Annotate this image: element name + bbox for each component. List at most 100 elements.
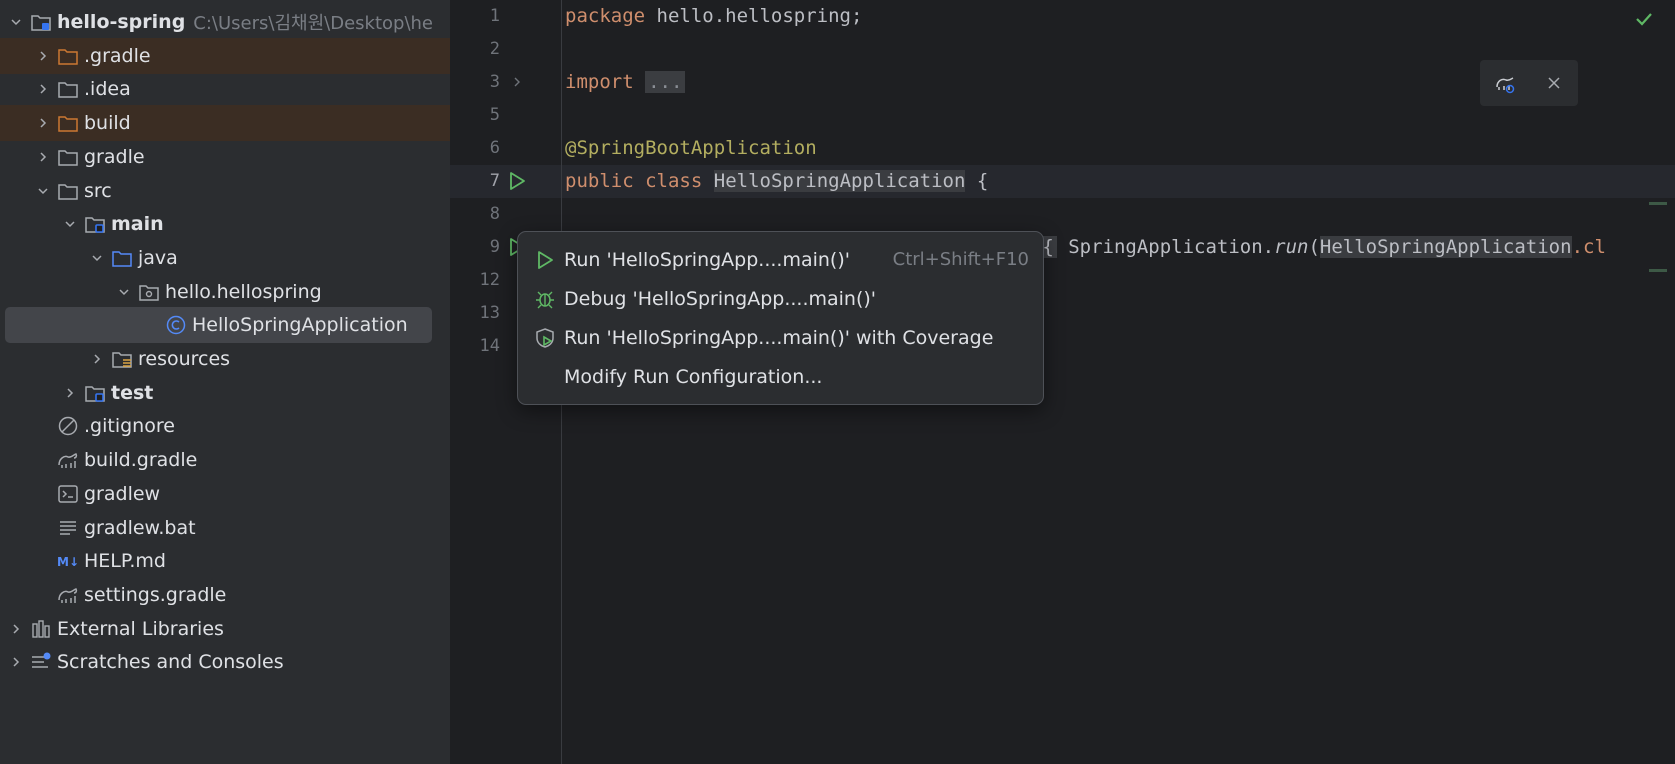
line-number: 5 bbox=[489, 105, 500, 125]
code-line-6[interactable]: @SpringBootApplication bbox=[565, 132, 817, 165]
tree-item[interactable]: src bbox=[0, 173, 450, 209]
chevron-down-icon[interactable] bbox=[113, 274, 135, 310]
line-number: 1 bbox=[489, 6, 500, 26]
gradle-reload-icon[interactable] bbox=[1494, 72, 1516, 94]
tree-item[interactable]: build bbox=[0, 105, 450, 142]
tree-item[interactable]: java bbox=[0, 240, 450, 276]
chevron-down-icon[interactable] bbox=[32, 173, 54, 209]
popup-menu-item[interactable]: Debug 'HelloSpringApp....main()' bbox=[518, 279, 1043, 318]
run-gutter-icon[interactable] bbox=[506, 170, 528, 192]
tree-item[interactable]: settings.gradle bbox=[0, 577, 450, 613]
tree-item[interactable]: hello.hellospring bbox=[0, 274, 450, 310]
folder-icon bbox=[54, 139, 82, 175]
tree-item-label: External Libraries bbox=[57, 617, 224, 640]
chevron-right-icon[interactable] bbox=[59, 375, 81, 411]
code-line-3[interactable]: import ... bbox=[565, 66, 686, 99]
tree-item[interactable]: test bbox=[0, 375, 450, 411]
menu-item-shortcut: Ctrl+Shift+F10 bbox=[892, 249, 1029, 270]
chevron-right-icon[interactable] bbox=[32, 71, 54, 107]
tree-item-label: settings.gradle bbox=[84, 583, 227, 606]
gradle-reload-toolbar bbox=[1480, 60, 1578, 106]
tree-item-label: resources bbox=[138, 348, 231, 370]
chevron-right-icon[interactable] bbox=[32, 38, 54, 74]
tree-item[interactable]: HelloSpringApplication bbox=[5, 307, 432, 344]
terminal-icon bbox=[54, 476, 82, 512]
method-call: run bbox=[1274, 236, 1309, 258]
folder-icon bbox=[54, 173, 82, 209]
chevron-down-icon[interactable] bbox=[59, 206, 81, 242]
code-line-9[interactable]: s) { SpringApplication.run(HelloSpringAp… bbox=[1005, 231, 1606, 264]
tree-item-label: HELP.md bbox=[84, 550, 166, 573]
debug-icon bbox=[534, 287, 564, 311]
chevron-right-icon[interactable] bbox=[32, 105, 54, 141]
menu-item-label: Run 'HelloSpringApp....main()' bbox=[564, 248, 850, 271]
tree-item-label: .idea bbox=[84, 78, 131, 101]
class-icon bbox=[162, 307, 190, 343]
tree-item-label: test bbox=[111, 381, 154, 404]
project-name: hello-spring bbox=[57, 11, 186, 33]
code-text: .cl bbox=[1571, 236, 1606, 258]
module-folder-icon bbox=[27, 4, 55, 40]
tree-item[interactable]: .idea bbox=[0, 71, 450, 107]
tree-item[interactable]: M↓ HELP.md bbox=[0, 543, 450, 579]
code-line-1[interactable]: package hello.hellospring; bbox=[565, 0, 862, 33]
tree-item[interactable]: External Libraries bbox=[0, 611, 450, 647]
fold-chevron-icon[interactable] bbox=[511, 76, 523, 88]
chevron-down-icon[interactable] bbox=[86, 240, 108, 276]
project-path: C:\Users\김채원\Desktop\he bbox=[193, 13, 433, 34]
libraries-icon bbox=[27, 611, 55, 647]
keyword: import bbox=[565, 71, 634, 93]
tree-item[interactable]: .gitignore bbox=[0, 408, 450, 444]
popup-menu-item[interactable]: Run 'HelloSpringApp....main()' Ctrl+Shift… bbox=[518, 240, 1043, 279]
tree-item[interactable]: gradlew bbox=[0, 476, 450, 512]
tree-item-label: .gradle bbox=[84, 44, 151, 67]
line-number: 7 bbox=[489, 171, 500, 191]
tree-item-label: HelloSpringApplication bbox=[192, 314, 408, 337]
chevron-right-icon[interactable] bbox=[32, 139, 54, 175]
popup-menu-item[interactable]: Run 'HelloSpringApp....main()' with Cove… bbox=[518, 318, 1043, 357]
chevron-right-icon[interactable] bbox=[86, 341, 108, 377]
tree-item[interactable]: gradlew.bat bbox=[0, 510, 450, 546]
line-number: 8 bbox=[489, 204, 500, 224]
tree-item[interactable]: build.gradle bbox=[0, 442, 450, 478]
chevron-right-icon[interactable] bbox=[5, 644, 27, 680]
blank-icon bbox=[534, 365, 564, 389]
checkmark-icon[interactable] bbox=[1633, 8, 1655, 30]
tree-item-label: java bbox=[138, 246, 178, 269]
scrollbar-marker bbox=[1649, 269, 1667, 272]
code-line-7[interactable]: public class HelloSpringApplication { bbox=[565, 165, 988, 198]
keyword: class bbox=[645, 170, 703, 192]
tree-item[interactable]: Scratches and Consoles bbox=[0, 644, 450, 680]
popup-menu-item[interactable]: Modify Run Configuration... bbox=[518, 357, 1043, 396]
folder-icon bbox=[54, 71, 82, 107]
line-number: 13 bbox=[479, 303, 500, 323]
scrollbar-marker bbox=[1649, 202, 1667, 205]
tree-item-label: gradlew.bat bbox=[84, 516, 196, 539]
markdown-icon: M↓ bbox=[54, 543, 82, 579]
tree-item[interactable]: .gradle bbox=[0, 37, 450, 74]
code-text: ( bbox=[1308, 236, 1320, 258]
class-name: HelloSpringApplication bbox=[713, 170, 966, 192]
scratches-icon bbox=[27, 644, 55, 680]
run-icon bbox=[534, 248, 564, 272]
module-folder-icon bbox=[81, 375, 109, 411]
line-number: 6 bbox=[489, 138, 500, 158]
run-context-popup: Run 'HelloSpringApp....main()' Ctrl+Shift… bbox=[517, 231, 1044, 405]
tree-item-label: gradlew bbox=[84, 482, 161, 505]
tree-item-label: build.gradle bbox=[84, 449, 198, 472]
package-icon bbox=[135, 274, 163, 310]
folder-icon bbox=[54, 105, 82, 141]
tree-root[interactable]: hello-spring C:\Users\김채원\Desktop\he bbox=[0, 4, 450, 40]
chevron-down-icon[interactable] bbox=[5, 4, 27, 40]
tree-item[interactable]: gradle bbox=[0, 139, 450, 175]
tree-item[interactable]: resources bbox=[0, 341, 450, 377]
line-number: 14 bbox=[479, 336, 500, 356]
folded-imports[interactable]: ... bbox=[645, 71, 686, 93]
tree-item[interactable]: main bbox=[0, 206, 450, 242]
code-text: SpringApplication. bbox=[1056, 236, 1275, 258]
code-text: { bbox=[965, 170, 989, 192]
coverage-icon bbox=[534, 326, 564, 350]
close-icon[interactable] bbox=[1543, 72, 1565, 94]
line-number: 9 bbox=[489, 237, 500, 257]
chevron-right-icon[interactable] bbox=[5, 611, 27, 647]
